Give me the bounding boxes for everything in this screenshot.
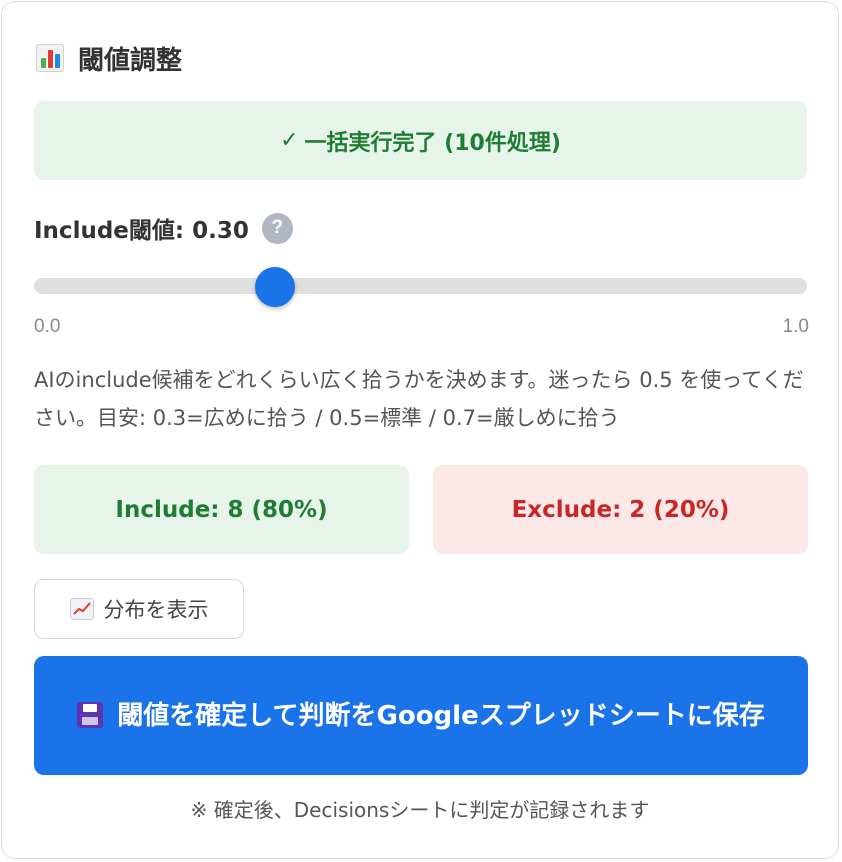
slider-max-label: 1.0 [782,316,809,337]
slider-min-label: 0.0 [34,316,61,337]
threshold-slider-thumb[interactable] [254,267,295,307]
save-to-sheets-button[interactable]: 閾値を確定して判断をGoogleスプレッドシートに保存 [34,656,808,775]
threshold-label: Include閾値: 0.30 [34,218,249,244]
show-distribution-label: 分布を表示 [103,598,209,622]
threshold-description: AIのinclude候補をどれくらい広く拾うかを決めます。迷ったら 0.5 を使… [34,368,804,430]
save-to-sheets-label: 閾値を確定して判断をGoogleスプレッドシートに保存 [117,700,765,731]
exclude-count-box: Exclude: 2 (20%) [433,465,808,554]
trend-chart-icon [69,598,94,620]
exclude-count: Exclude: 2 (20%) [511,496,730,523]
bar-chart-icon [36,44,64,72]
footer-note: ※ 確定後、Decisionsシートに判定が記録されます [190,798,650,822]
threshold-slider-track[interactable] [34,278,807,294]
floppy-disk-icon [77,701,104,728]
status-message: 一括実行完了 (10件処理) [304,130,561,156]
threshold-label-row: Include閾値: 0.30 ? [34,208,293,248]
panel-title: 閾値調整 [78,45,183,76]
check-icon: ✓ [280,128,299,153]
show-distribution-button[interactable]: 分布を表示 [34,579,244,639]
status-banner: ✓ 一括実行完了 (10件処理) [34,101,807,180]
help-icon[interactable]: ? [261,212,293,244]
include-count: Include: 8 (80%) [115,496,328,523]
include-count-box: Include: 8 (80%) [34,465,409,554]
panel-header: 閾値調整 [36,38,182,78]
